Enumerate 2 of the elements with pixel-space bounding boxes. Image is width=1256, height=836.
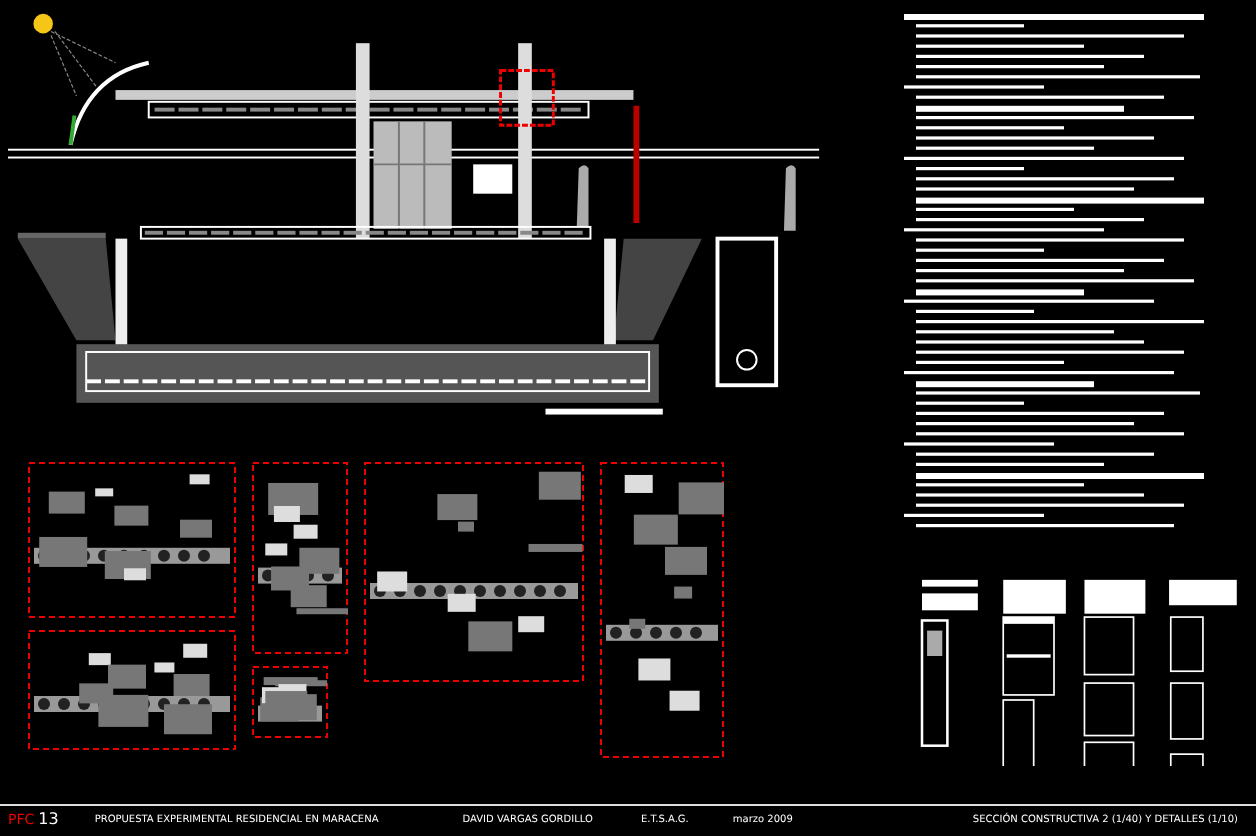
- construction-detail-drawing: [252, 666, 328, 738]
- sheet-number: 13: [38, 810, 59, 828]
